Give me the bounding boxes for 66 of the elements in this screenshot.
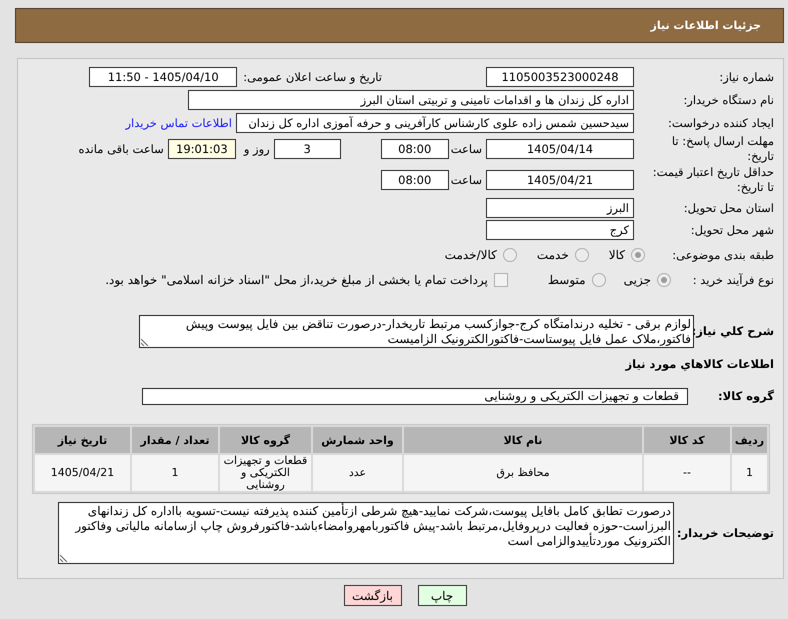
remaining-label: ساعت باقی مانده [78,142,164,156]
province-field[interactable]: البرز [486,198,634,218]
column-header: گروه کالا [220,427,311,453]
notes-textarea[interactable] [58,502,674,564]
field-label: توضیحات خریدار: [676,526,774,540]
option-label: جزیی [624,273,651,287]
checkbox-label: پرداخت تمام یا بخشی از مبلغ خرید،از محل "اسناد خزانه اسلامی" خواهد بود. [105,273,488,287]
description-textarea[interactable]: لوازم برقی - تخلیه درندامتگاه کرج-جوازکسب مرتبط تاریخدار-درصورت تناقض بین فایل پیوست وپیش فاکتور،ملاک عمل فایل پیوستاست-فاکتورالکترونیک الزامیست [139,315,694,348]
field-label: طبقه بندی موضوعی: [671,248,774,262]
field-label: استان محل تحویل: [682,200,774,216]
validity-date-field[interactable]: 1405/04/21 [486,170,634,190]
deadline-date-field[interactable]: 1405/04/14 [486,139,634,159]
table-cell: -- [644,455,730,491]
column-header: کد کالا [644,427,730,453]
radio-button[interactable] [592,273,606,287]
field-label: نوع فرآیند خرید : [692,272,774,288]
field-label: حداقل تاریخ اعتبار قیمت: تا تاریخ: [652,165,774,195]
description-text: لوازم برقی - تخلیه درندامتگاه کرج-جوازکسب مرتبط تاریخدار-درصورت تناقض بین فایل پیوست وپیش فاکتور،ملاک عمل فایل پیوستاست-فاکتورالکترونیک الزامیست [184,317,691,347]
days-field[interactable]: 3 [274,139,341,159]
validity-time-field[interactable]: 08:00 [380,170,449,190]
column-header: واحد شمارش [313,427,402,453]
table-cell: قطعات و تجهیزات الکتریکی و روشنایی [220,455,311,491]
deadline-time-field[interactable]: 08:00 [380,139,449,159]
field-label: گروه کالا: [717,389,774,404]
column-header: ردیف [732,427,767,453]
radio-button[interactable] [631,248,645,262]
goods-group-field[interactable]: قطعات و تجهیزات الکتریکی و روشنایی [142,388,688,405]
radio-button[interactable] [657,273,671,287]
time-label: ساعت [450,173,482,187]
days-label: روز و [244,142,270,156]
print-button[interactable]: چاپ [418,585,466,606]
column-header: تعداد / مقدار [132,427,218,453]
announce-datetime-field[interactable]: 1405/04/10 - 11:50 [89,67,238,87]
field-label: ایجاد کننده درخواست: [667,116,774,130]
time-label: ساعت [450,142,482,156]
column-header: نام کالا [404,427,642,453]
checkbox[interactable] [494,273,508,287]
table-cell: عدد [313,455,402,491]
option-label: کالا [608,248,625,262]
buyer-contact-link[interactable]: اطلاعات تماس خریدار [125,116,232,130]
table-cell: محافظ برق [404,455,642,491]
field-label: مهلت ارسال پاسخ: تا تاریخ: [670,134,774,164]
column-header: تاریخ نیاز [35,427,130,453]
notes-text: درصورت تطابق کامل بافایل پیوست،شرکت نمایید-هیچ شرطی ازتأمین کننده پذیرفته نیست-تسویه بااداره کل زندانهای البرزاست-حوزه فعالیت درپروفایل،مرتبط باشد-پیش فاکتوربامهروامضاءباشد-فاکتورفروش چاپ ازسامانه مالیاتی وفاکتور الکترونیک موردتأییدوالزامی است [74,504,671,549]
field-label: شماره نیاز: [718,70,774,84]
resize-grip-icon[interactable] [60,554,68,562]
header-title: جزئیات اطلاعات نیاز [650,19,761,32]
remaining-time-field[interactable]: 19:01:03 [168,139,236,159]
option-label: خدمت [536,248,569,262]
table-cell: 1 [732,455,767,491]
radio-button[interactable] [574,248,589,262]
table-cell: 1 [132,455,218,491]
city-field[interactable]: کرج [486,220,634,240]
buyer-org-field[interactable]: اداره کل زندان ها و اقدامات تامینی و تربیتی استان البرز [188,90,634,110]
resize-grip-icon[interactable] [141,338,149,346]
field-label: نام دستگاه خریدار: [682,92,774,108]
requester-field[interactable]: سیدحسین شمس زاده علوی کارشناس کارآفرینی و حرفه آموزی اداره کل زندان [236,113,634,133]
need-number-field[interactable]: 1105003523000248 [486,67,634,87]
field-label: تاریخ و ساعت اعلان عمومی: [243,70,382,84]
section-title: اطلاعات کالاهاي مورد نياز [626,356,774,372]
radio-button[interactable] [502,248,517,262]
option-label: متوسط [548,273,586,287]
option-label: کالا/خدمت [444,248,497,262]
field-label: شهر محل تحویل: [690,222,774,238]
table-cell: 1405/04/21 [35,455,130,491]
back-button[interactable]: بازگشت [344,585,402,606]
